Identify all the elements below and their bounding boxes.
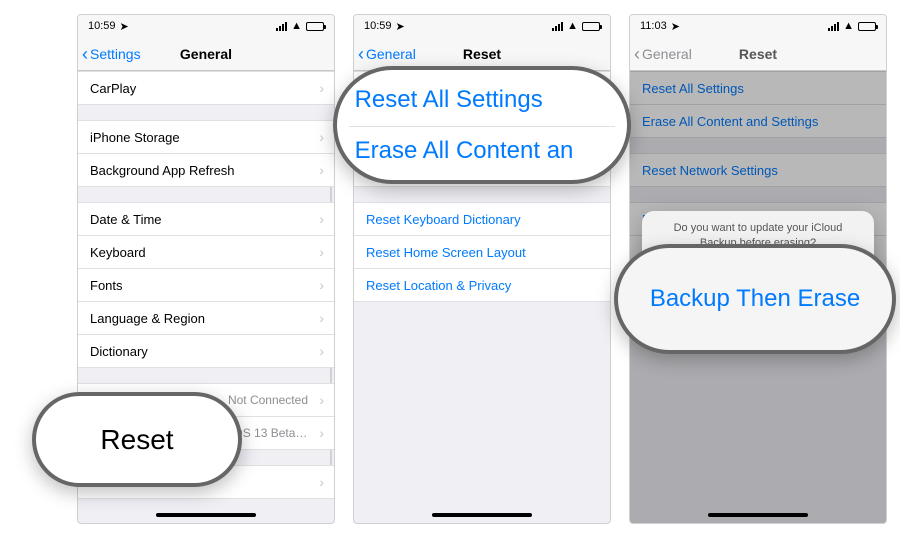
zoom-callout-backup: Backup Then Erase <box>614 244 896 354</box>
status-time: 10:59 <box>88 20 116 32</box>
zoom-callout-reset: Reset <box>32 392 242 487</box>
signal-icon <box>828 22 839 31</box>
chevron-right-icon: › <box>319 211 324 227</box>
chevron-right-icon: › <box>319 244 324 260</box>
home-indicator[interactable] <box>432 513 532 517</box>
chevron-right-icon: › <box>319 425 324 441</box>
location-icon: ➤ <box>671 20 680 33</box>
row-label: Background App Refresh <box>90 163 235 178</box>
chevron-right-icon: › <box>319 277 324 293</box>
row-date-time[interactable]: Date & Time › <box>78 202 334 236</box>
location-icon: ➤ <box>120 20 129 33</box>
row-label: Reset Home Screen Layout <box>366 245 526 260</box>
row-label: CarPlay <box>90 81 136 96</box>
row-label: Reset Location & Privacy <box>366 278 511 293</box>
row-language-region[interactable]: Language & Region › <box>78 301 334 335</box>
zoom-text-line1: Reset All Settings <box>349 82 616 127</box>
status-time: 11:03 <box>640 20 667 32</box>
row-label: Fonts <box>90 278 123 293</box>
signal-icon <box>552 22 563 31</box>
chevron-left-icon: ‹ <box>634 45 640 63</box>
wifi-icon: ▲ <box>291 20 302 32</box>
row-keyboard[interactable]: Keyboard › <box>78 235 334 269</box>
row-label: Language & Region <box>90 311 205 326</box>
chevron-right-icon: › <box>319 310 324 326</box>
battery-icon <box>858 22 876 31</box>
row-reset-keyboard-dictionary[interactable]: Reset Keyboard Dictionary <box>354 202 610 236</box>
chevron-left-icon: ‹ <box>82 45 88 63</box>
zoom-text: Backup Then Erase <box>650 285 860 313</box>
row-label: Date & Time <box>90 212 162 227</box>
back-label: Settings <box>90 46 141 62</box>
back-button[interactable]: ‹ General <box>354 45 416 63</box>
back-label: General <box>366 46 416 62</box>
chevron-right-icon: › <box>319 343 324 359</box>
row-dictionary[interactable]: Dictionary › <box>78 334 334 368</box>
chevron-right-icon: › <box>319 129 324 145</box>
row-label: Keyboard <box>90 245 146 260</box>
status-bar: 10:59 ➤ ▲ <box>354 15 610 37</box>
signal-icon <box>276 22 287 31</box>
battery-icon <box>306 22 324 31</box>
row-label: Dictionary <box>90 344 148 359</box>
row-reset-home-screen[interactable]: Reset Home Screen Layout <box>354 235 610 269</box>
row-reset-location-privacy[interactable]: Reset Location & Privacy <box>354 268 610 302</box>
chevron-left-icon: ‹ <box>358 45 364 63</box>
chevron-right-icon: › <box>319 80 324 96</box>
row-iphone-storage[interactable]: iPhone Storage › <box>78 120 334 154</box>
back-button[interactable]: ‹ Settings <box>78 45 141 63</box>
chevron-right-icon: › <box>319 474 324 490</box>
status-bar: 11:03 ➤ ▲ <box>630 15 886 37</box>
chevron-right-icon: › <box>319 162 324 178</box>
tutorial-stage: 10:59 ➤ ▲ ‹ Settings General CarPlay › <box>0 0 900 538</box>
row-detail: Not Connected <box>228 393 308 407</box>
zoom-text-line2: Erase All Content an <box>349 127 616 169</box>
chevron-right-icon: › <box>319 392 324 408</box>
row-label: Reset Keyboard Dictionary <box>366 212 521 227</box>
back-button[interactable]: ‹ General <box>630 45 692 63</box>
home-indicator[interactable] <box>156 513 256 517</box>
home-indicator[interactable] <box>708 513 808 517</box>
back-label: General <box>642 46 692 62</box>
row-carplay[interactable]: CarPlay › <box>78 71 334 105</box>
nav-bar: ‹ Settings General <box>78 37 334 71</box>
row-background-app-refresh[interactable]: Background App Refresh › <box>78 153 334 187</box>
status-bar: 10:59 ➤ ▲ <box>78 15 334 37</box>
zoom-text: Reset <box>100 424 173 456</box>
wifi-icon: ▲ <box>843 20 854 32</box>
status-time: 10:59 <box>364 20 392 32</box>
battery-icon <box>582 22 600 31</box>
location-icon: ➤ <box>396 20 405 33</box>
row-label: iPhone Storage <box>90 130 180 145</box>
wifi-icon: ▲ <box>567 20 578 32</box>
nav-bar: ‹ General Reset <box>630 37 886 71</box>
row-fonts[interactable]: Fonts › <box>78 268 334 302</box>
zoom-callout-erase: Reset All Settings Erase All Content an <box>333 66 631 184</box>
